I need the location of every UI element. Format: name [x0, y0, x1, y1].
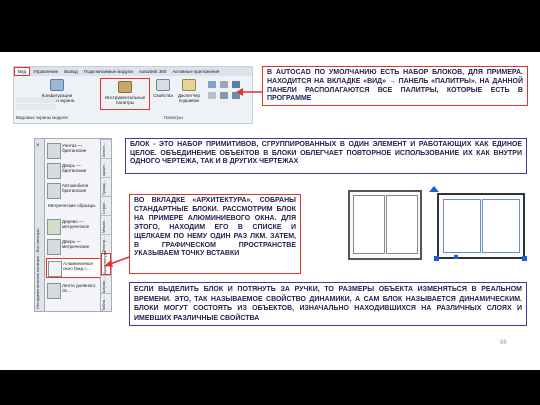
door-icon — [47, 163, 61, 179]
grip-handle-left[interactable] — [434, 256, 439, 261]
tab-manage[interactable]: Управление — [30, 67, 61, 76]
grip-handle-right[interactable] — [522, 256, 527, 261]
palette-item-toilet[interactable]: Унитаз — британские — [46, 141, 102, 163]
tab-view[interactable]: Вид — [14, 67, 31, 76]
tool-palette-screenshot: × Инструментальные палитры - Все палитры… — [34, 138, 112, 312]
markup-icon[interactable] — [208, 92, 216, 99]
text-block-definition: БЛОК - ЭТО НАБОР ПРИМИТИВОВ, СГРУППИРОВА… — [125, 138, 527, 174]
palette-item-door-brit[interactable]: Дверь — британские — [46, 161, 102, 183]
palette-item-cars[interactable]: Автомобили британские — [46, 181, 102, 203]
window-sash-right — [386, 195, 418, 254]
palette-tab-strip: Аннот… Архит… Гражд… Струк… Механ… Элект… — [100, 139, 111, 311]
ribbon-tab-row: Вид Управление Вывод Подключаемые модули Aut… — [14, 67, 252, 76]
palette-item-door-metric[interactable]: Дверь — метрические — [46, 237, 102, 259]
page-number: 66 — [500, 340, 507, 346]
grip-handle-base[interactable] — [454, 255, 458, 259]
text-architecture-tab: ВО ВКЛАДКЕ «АРХИТЕКТУРА», СОБРАНЫ СТАНДА… — [129, 194, 301, 274]
tab-mechanical[interactable]: Механ… — [101, 215, 111, 235]
viewport-options — [16, 97, 76, 110]
tool-palettes-icon — [118, 81, 132, 93]
tab-structural[interactable]: Струк… — [101, 196, 111, 216]
tab-a360[interactable]: Autodesk 360 — [136, 67, 170, 76]
calc-icon[interactable] — [220, 81, 228, 88]
tab-tables[interactable]: Табли… — [101, 293, 111, 311]
tab-annotation[interactable]: Аннот… — [101, 139, 111, 159]
palette-side-title: Инструментальные палитры - Все палитры — [35, 228, 40, 309]
window-sash-right — [482, 199, 520, 253]
palettes-panel-label[interactable]: Палитры — [164, 115, 183, 120]
tab-architecture-short[interactable]: Архит… — [101, 158, 111, 178]
tab-plugins[interactable]: Подключаемые модули — [81, 67, 136, 76]
car-icon — [47, 183, 61, 199]
arrow-to-ribbon — [236, 88, 262, 96]
text-default-blocks: В AUTOCAD ПО УМОЛЧАНИЮ ЕСТЬ НАБОР БЛОКОВ… — [262, 66, 528, 106]
tool-palettes-button[interactable]: Инструментальные палитры — [100, 78, 150, 110]
window-sash-left — [443, 199, 481, 253]
tab-active-apps[interactable]: Активные приложения — [169, 67, 222, 76]
palette-item-aluminum-window[interactable]: Алюминиевое окно (вид с… — [46, 258, 102, 278]
sheet-set-manager-button[interactable]: Диспетчер подшивок — [174, 79, 204, 103]
properties-button[interactable]: Свойства — [152, 79, 174, 98]
properties-icon — [156, 79, 170, 91]
tab-hatches[interactable]: Штрих… — [101, 275, 111, 294]
arrow-to-window-item — [104, 255, 132, 267]
viewport-config-icon — [50, 79, 64, 91]
tab-civil[interactable]: Гражд… — [101, 177, 111, 197]
window-icon — [48, 261, 62, 277]
ribbon-screenshot: Вид Управление Вывод Подключаемые модули Aut… — [13, 66, 253, 124]
tree-icon — [47, 219, 61, 235]
skylight-icon — [47, 283, 61, 299]
palette-section-metric: Метрические образцы — [48, 203, 96, 208]
close-icon[interactable]: × — [36, 143, 43, 149]
tab-output[interactable]: Вывод — [61, 67, 81, 76]
window-block-original[interactable] — [348, 190, 422, 260]
sheet-set-manager-icon — [182, 79, 196, 91]
dbconnect-icon[interactable] — [220, 92, 228, 99]
text-dynamic-block: ЕСЛИ ВЫДЕЛИТЬ БЛОК И ПОТЯНУТЬ ЗА РУЧКИ, … — [129, 282, 527, 326]
palette-title-strip: × Инструментальные палитры - Все палитры — [35, 139, 45, 311]
palette-item-skylight[interactable]: Лента дневного св… — [46, 281, 102, 303]
window-block-selected[interactable] — [437, 193, 525, 259]
palette-item-tree[interactable]: Дерево — метрическое — [46, 217, 102, 239]
door-icon — [47, 239, 61, 255]
window-sash-left — [353, 195, 385, 254]
layers-icon[interactable] — [208, 81, 216, 88]
toilet-icon — [47, 143, 61, 159]
viewports-panel-label: Видовые экраны модели — [16, 115, 68, 120]
stretch-arrow-icon[interactable] — [429, 186, 439, 198]
